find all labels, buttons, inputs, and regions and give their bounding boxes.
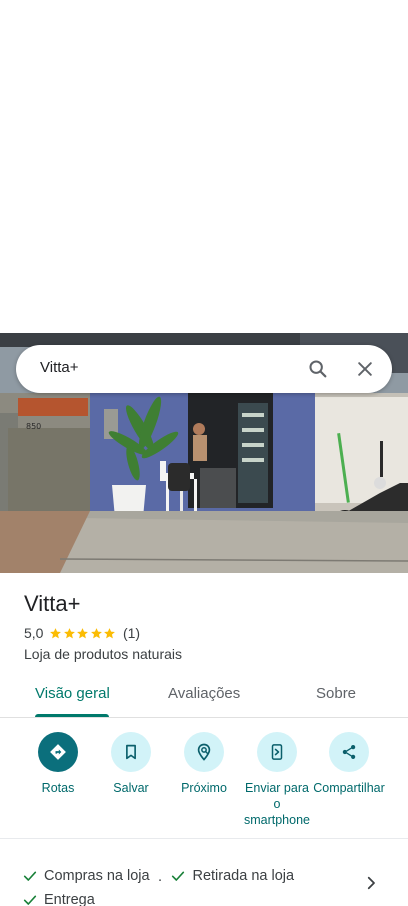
send-to-phone-button[interactable]: Enviar para o smartphone [240,732,314,828]
rating-value: 5,0 [24,625,44,641]
service-option-in-store-shopping: Compras na loja [22,866,150,886]
directions-button-circle[interactable] [38,732,78,772]
share-label: Compartilhar [313,781,385,795]
service-label-delivery: Entrega [44,892,95,906]
review-count[interactable]: (1) [123,625,140,641]
bookmark-icon [126,744,136,760]
tab-overview[interactable]: Visão geral [35,685,110,702]
nearby-label: Próximo [181,781,227,795]
service-label-in-store-shopping: Compras na loja [44,868,150,884]
share-button-circle[interactable] [329,732,369,772]
service-option-delivery: Entrega [22,890,95,906]
check-icon [23,895,37,905]
action-buttons: Rotas Salvar Próximo Enviar para o smart… [0,732,408,832]
place-title: Vitta+ [24,591,81,616]
rating-row[interactable]: 5,0 (1) [24,625,140,641]
search-button[interactable] [302,353,334,385]
directions-label: Rotas [41,781,75,795]
map-blank-area [0,0,408,333]
place-tabs: Visão geral Avaliações Sobre [0,676,408,718]
house-number-text: 850 [26,422,41,431]
nearby-button[interactable]: Próximo [167,732,241,796]
star-icon [64,627,75,638]
search-bar[interactable]: Vitta+ [16,345,392,393]
share-icon [342,745,356,759]
search-icon [309,360,327,378]
star-icon [91,627,102,638]
search-query-text[interactable]: Vitta+ [40,359,79,376]
active-tab-indicator [35,714,109,717]
send-to-phone-label: Enviar para o smartphone [243,781,310,827]
save-button-circle[interactable] [111,732,151,772]
nearby-button-circle[interactable] [184,732,224,772]
service-option-in-store-pickup: Retirada na loja [170,866,294,886]
close-icon [358,362,372,376]
directions-icon [50,744,66,760]
send-to-phone-icon [271,744,283,760]
chevron-right-icon[interactable] [362,874,380,892]
section-divider [0,838,408,839]
star-icon [104,627,116,638]
place-category: Loja de produtos naturais [24,646,182,662]
star-icon [50,627,62,638]
share-button[interactable]: Compartilhar [312,732,386,796]
directions-button[interactable]: Rotas [21,732,95,796]
tab-reviews[interactable]: Avaliações [168,685,240,702]
nearby-icon [197,743,211,761]
tab-about[interactable]: Sobre [316,685,356,702]
check-icon [23,871,37,881]
send-to-phone-button-circle[interactable] [257,732,297,772]
close-button[interactable] [349,353,381,385]
star-icon [77,627,89,638]
save-label: Salvar [113,781,149,795]
service-label-in-store-pickup: Retirada na loja [192,868,295,884]
service-separator: · [157,872,163,888]
rating-stars [49,627,117,640]
check-icon [172,871,185,881]
service-options[interactable]: Compras na loja · Retirada na loja Entre… [22,866,342,906]
save-button[interactable]: Salvar [94,732,168,796]
